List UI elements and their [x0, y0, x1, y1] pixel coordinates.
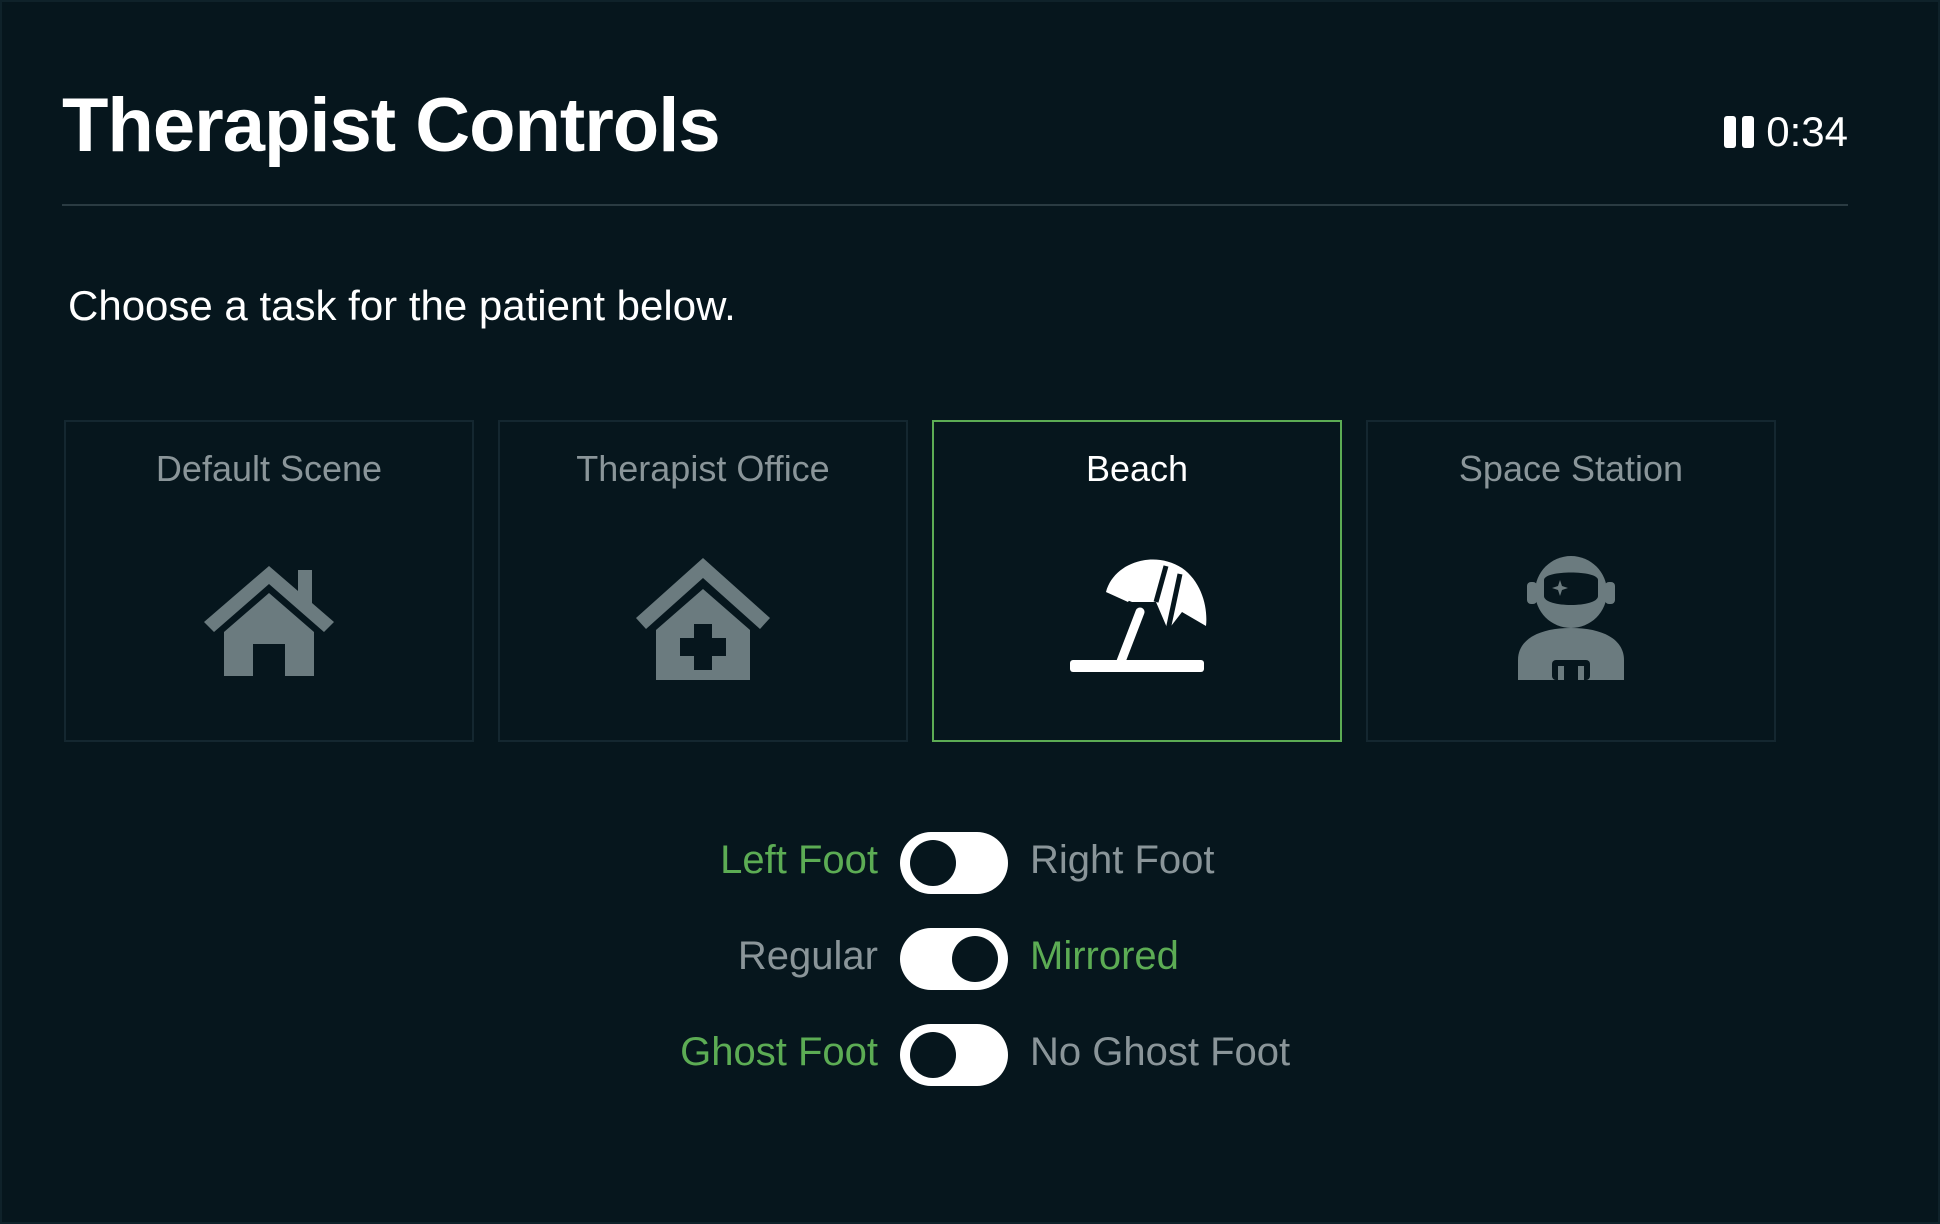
scene-card-label: Space Station [1458, 448, 1684, 489]
scene-card-default-scene[interactable]: Default Scene [64, 420, 474, 742]
scene-card-therapist-office[interactable]: Therapist Office [498, 420, 908, 742]
medical-house-icon [636, 558, 770, 680]
session-timer[interactable]: 0:34 [1724, 108, 1848, 156]
scene-card-label: Therapist Office [576, 448, 830, 489]
scene-card-space-station[interactable]: Space Station [1366, 420, 1776, 742]
beach-umbrella-icon [1070, 559, 1207, 672]
astronaut-icon [1518, 556, 1624, 680]
toggle-knob [952, 936, 998, 982]
toggle-left-label[interactable]: Ghost Foot [680, 1030, 878, 1075]
foot-side-toggle[interactable] [900, 832, 1008, 894]
pause-icon[interactable] [1724, 115, 1755, 149]
mirror-mode-toggle[interactable] [900, 928, 1008, 990]
toggle-right-label[interactable]: No Ghost Foot [1030, 1030, 1290, 1075]
toggle-knob [910, 840, 956, 886]
ghost-foot-toggle[interactable] [900, 1024, 1008, 1086]
header: Therapist Controls 0:34 [62, 72, 1848, 206]
page-title: Therapist Controls [62, 83, 721, 168]
timer-text: 0:34 [1766, 108, 1848, 155]
scene-selector: Default Scene Therapist Office Beach Spa… [64, 420, 1776, 742]
scene-card-beach[interactable]: Beach [932, 420, 1342, 742]
scene-card-label: Beach [1085, 448, 1189, 489]
toggle-right-label[interactable]: Mirrored [1030, 934, 1179, 979]
house-icon [204, 566, 334, 676]
toggle-knob [910, 1032, 956, 1078]
toggle-row-mirror-mode: Regular Mirrored [2, 928, 1940, 992]
scene-card-label: Default Scene [155, 448, 383, 489]
app-window: Therapist Controls 0:34 Choose a task fo… [0, 0, 1940, 1224]
toggle-left-label[interactable]: Regular [738, 934, 878, 979]
toggle-row-ghost-foot: Ghost Foot No Ghost Foot [2, 1024, 1940, 1088]
toggle-left-label[interactable]: Left Foot [720, 838, 878, 883]
toggle-row-foot-side: Left Foot Right Foot [2, 832, 1940, 896]
task-instruction: Choose a task for the patient below. [68, 282, 736, 329]
toggle-right-label[interactable]: Right Foot [1030, 838, 1215, 883]
